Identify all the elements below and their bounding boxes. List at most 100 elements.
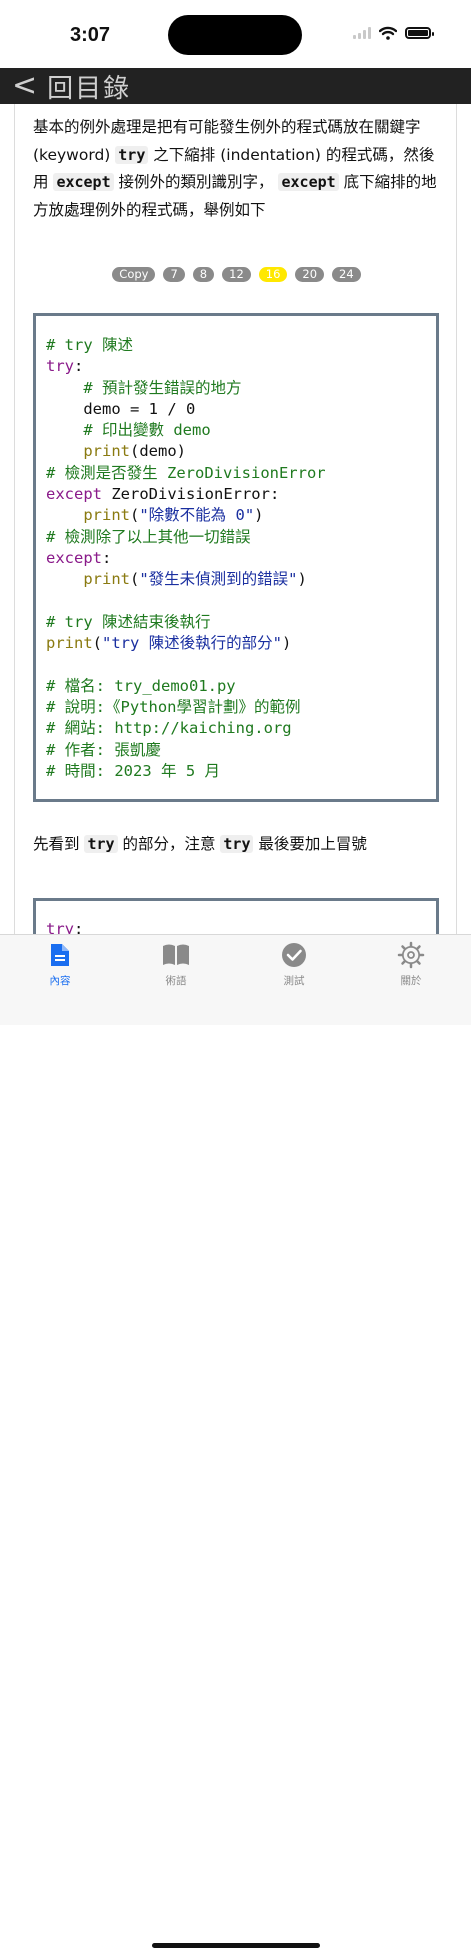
- code-line: # 檢測是否發生 ZeroDivisionError: [46, 463, 326, 484]
- battery-icon: [405, 27, 434, 39]
- code-token: # 說明:《Python學習計劃》的範例: [46, 698, 301, 717]
- tab-contents[interactable]: 內容: [20, 941, 100, 988]
- code-listing: # try 陳述 try: # 預計發生錯誤的地方 demo = 1 / 0 # …: [46, 335, 326, 782]
- wifi-icon: [379, 26, 397, 40]
- code-token: demo = 1 / 0: [46, 399, 196, 418]
- code-line: print(demo): [46, 441, 326, 462]
- code-block-2[interactable]: try:: [33, 898, 439, 934]
- font-size-7-button[interactable]: 7: [163, 267, 185, 282]
- navigation-bar: < 回目錄: [0, 68, 471, 104]
- code-line: # 網站: http://kaiching.org: [46, 718, 326, 739]
- gear-icon: [371, 941, 451, 969]
- code-token: except: [46, 548, 102, 567]
- font-size-16-button[interactable]: 16: [258, 267, 288, 282]
- status-icons: [353, 26, 434, 40]
- code-token: ): [254, 506, 264, 525]
- code-token: :: [74, 920, 84, 934]
- code-token: # 時間: 2023 年 5 月: [46, 761, 220, 780]
- home-indicator: [152, 1943, 320, 1948]
- font-size-8-button[interactable]: 8: [192, 267, 215, 282]
- code-line: # 印出變數 demo: [46, 420, 326, 441]
- code-token: ZeroDivisionError:: [102, 485, 280, 504]
- font-size-button-row: Copy 7 8 12 16 20 24: [15, 267, 456, 282]
- tab-glossary[interactable]: 術語: [136, 941, 216, 988]
- code-token: # 檢測是否發生 ZeroDivisionError: [46, 463, 326, 482]
- code-token: # 印出變數 demo: [46, 421, 211, 440]
- code-line: print("try 陳述後執行的部分"): [46, 633, 326, 654]
- code-token: ): [297, 570, 307, 589]
- status-bar: 3:07: [0, 0, 471, 68]
- code-line: print("除數不能為 0"): [46, 505, 326, 526]
- code-line: # 預計發生錯誤的地方: [46, 378, 326, 399]
- intro-text-3: 接例外的類別識別字，: [113, 173, 279, 191]
- code-token: "try 陳述後執行的部分": [102, 634, 283, 653]
- code-token: "除數不能為 0": [139, 506, 255, 525]
- code-token: (: [130, 570, 140, 589]
- content-scroll-area[interactable]: 基本的例外處理是把有可能發生例外的程式碼放在關鍵字 (keyword) try …: [14, 104, 457, 934]
- code-token: # 檔名: try_demo01.py: [46, 676, 236, 695]
- tab-label: 內容: [49, 975, 71, 987]
- cellular-signal-icon: [353, 27, 371, 39]
- font-size-20-button[interactable]: 20: [295, 267, 325, 282]
- code-line: except ZeroDivisionError:: [46, 484, 326, 505]
- book-icon: [136, 941, 216, 969]
- code-token: # try 陳述結束後執行: [46, 612, 211, 631]
- tab-about[interactable]: 關於: [371, 941, 451, 988]
- code-line: try:: [46, 356, 326, 377]
- code-token: print: [83, 442, 130, 461]
- keyword-try: try: [84, 835, 118, 853]
- copy-button[interactable]: Copy: [112, 267, 156, 282]
- back-label: 回目錄: [47, 73, 132, 104]
- tab-label: 術語: [165, 975, 187, 987]
- code-line: # 作者: 張凱慶: [46, 740, 326, 761]
- keyword-except: except: [278, 173, 339, 191]
- code-token: try: [46, 357, 74, 376]
- code-token: ): [282, 634, 292, 653]
- keyword-try: try: [220, 835, 254, 853]
- code-line: demo = 1 / 0: [46, 399, 326, 420]
- keyword-try: try: [115, 145, 149, 164]
- code-token: # try 陳述: [46, 336, 133, 354]
- code-line: except:: [46, 548, 326, 569]
- code-token: :: [74, 357, 84, 376]
- code-token: (: [130, 506, 140, 525]
- code-line: try:: [46, 919, 83, 934]
- para2-text-3: 最後要加上冒號: [253, 835, 367, 853]
- checkmark-circle-icon: [254, 941, 334, 969]
- code-line: # 時間: 2023 年 5 月: [46, 761, 326, 782]
- font-size-24-button[interactable]: 24: [332, 267, 361, 282]
- tab-quiz[interactable]: 測試: [254, 941, 334, 988]
- code-line: # 說明:《Python學習計劃》的範例: [46, 697, 326, 718]
- chevron-left-icon: <: [12, 68, 38, 103]
- code-block[interactable]: # try 陳述 try: # 預計發生錯誤的地方 demo = 1 / 0 # …: [33, 313, 439, 802]
- tab-bar: 內容 術語 測試 關於: [0, 934, 471, 1948]
- keyword-except: except: [53, 173, 114, 191]
- code-line: print("發生未偵測到的錯誤"): [46, 569, 326, 590]
- code-token: (: [92, 634, 103, 653]
- code-token: :: [102, 548, 112, 567]
- code-token: # 作者: 張凱慶: [46, 740, 161, 759]
- code-line: # 檢測除了以上其他一切錯誤: [46, 527, 326, 548]
- code-token: # 網站: http://kaiching.org: [46, 719, 292, 738]
- para2-text-2: 的部分，注意: [117, 835, 221, 853]
- code-line: # 檔名: try_demo01.py: [46, 676, 326, 697]
- code-token: # 預計發生錯誤的地方: [46, 378, 242, 397]
- status-time: 3:07: [70, 24, 111, 46]
- code-token: (demo): [130, 442, 186, 461]
- code-listing-2: try:: [46, 919, 83, 934]
- back-button[interactable]: < 回目錄: [0, 68, 131, 105]
- dynamic-island: [168, 15, 302, 55]
- code-token: print: [83, 570, 130, 589]
- code-line: # try 陳述結束後執行: [46, 612, 326, 633]
- tab-label: 關於: [400, 975, 422, 987]
- code-token: print: [83, 506, 130, 525]
- code-token: try: [46, 920, 74, 934]
- intro-paragraph: 基本的例外處理是把有可能發生例外的程式碼放在關鍵字 (keyword) try …: [33, 114, 437, 224]
- font-size-12-button[interactable]: 12: [222, 267, 251, 282]
- code-line: # try 陳述: [46, 335, 326, 356]
